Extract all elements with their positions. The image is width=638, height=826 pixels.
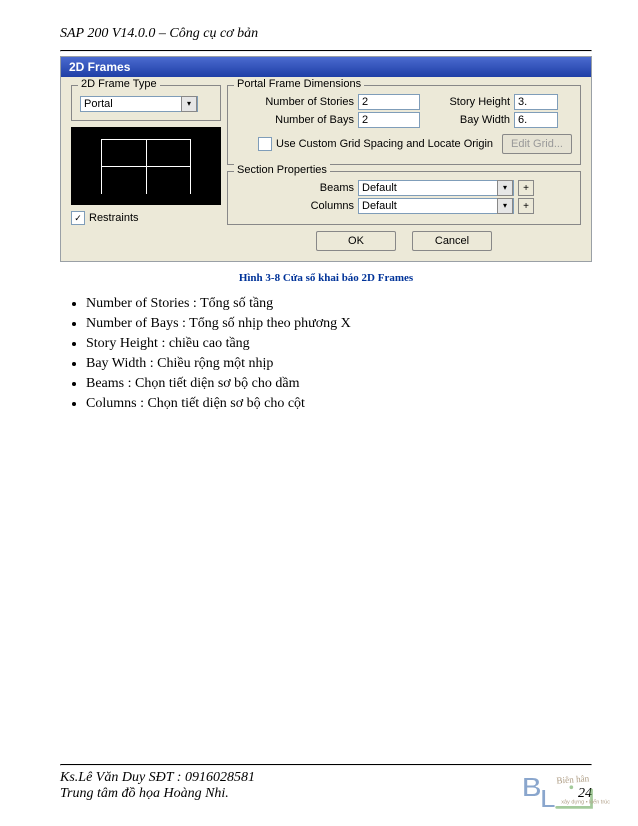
beams-value: Default bbox=[362, 182, 397, 194]
frame-type-group: 2D Frame Type Portal ▾ bbox=[71, 85, 221, 121]
footer-rule bbox=[60, 764, 592, 766]
bays-input[interactable] bbox=[358, 112, 420, 128]
figure-caption: Hình 3-8 Cửa sổ khai báo 2D Frames bbox=[60, 272, 592, 284]
columns-select[interactable]: Default ▾ bbox=[358, 198, 514, 214]
restraints-checkbox[interactable]: ✓ bbox=[71, 211, 85, 225]
frame-type-select[interactable]: Portal ▾ bbox=[80, 96, 198, 112]
bay-width-input[interactable] bbox=[514, 112, 558, 128]
story-height-input[interactable] bbox=[514, 94, 558, 110]
restraints-label: Restraints bbox=[89, 212, 139, 224]
footer-line-2: Trung tâm đồ họa Hoàng Nhi. bbox=[60, 786, 229, 802]
section-group: Section Properties Beams Default ▾ + Col… bbox=[227, 171, 581, 225]
dimensions-group: Portal Frame Dimensions Number of Storie… bbox=[227, 85, 581, 165]
story-height-label: Story Height bbox=[424, 96, 510, 108]
stories-label: Number of Stories bbox=[236, 96, 354, 108]
bay-width-label: Bay Width bbox=[424, 114, 510, 126]
ok-button[interactable]: OK bbox=[316, 231, 396, 251]
list-item: Bay Width : Chiều rộng một nhịp bbox=[86, 356, 592, 372]
footer-line-1: Ks.Lê Văn Duy SĐT : 0916028581 bbox=[60, 770, 255, 786]
list-item: Columns : Chọn tiết diện sơ bộ cho cột bbox=[86, 396, 592, 412]
header-rule bbox=[60, 50, 592, 52]
page-footer: Ks.Lê Văn Duy SĐT : 0916028581 Trung tâm… bbox=[60, 764, 592, 802]
frame-type-value: Portal bbox=[84, 98, 113, 110]
stories-input[interactable] bbox=[358, 94, 420, 110]
bays-label: Number of Bays bbox=[236, 114, 354, 126]
columns-value: Default bbox=[362, 200, 397, 212]
grid-checkbox[interactable] bbox=[258, 137, 272, 151]
dialog-title: 2D Frames bbox=[61, 57, 591, 77]
frame-type-legend: 2D Frame Type bbox=[78, 78, 160, 90]
beams-label: Beams bbox=[236, 182, 354, 194]
frame-preview bbox=[71, 127, 221, 205]
list-item: Number of Bays : Tổng số nhịp theo phươn… bbox=[86, 316, 592, 332]
columns-label: Columns bbox=[236, 200, 354, 212]
svg-text:xây dựng • kiến trúc: xây dựng • kiến trúc bbox=[561, 800, 610, 806]
columns-add-button[interactable]: + bbox=[518, 198, 534, 214]
chevron-down-icon: ▾ bbox=[497, 198, 513, 214]
dialog-2d-frames: 2D Frames 2D Frame Type Portal ▾ bbox=[60, 56, 592, 262]
dimensions-legend: Portal Frame Dimensions bbox=[234, 78, 364, 90]
beams-add-button[interactable]: + bbox=[518, 180, 534, 196]
watermark-logo: B L xây dựng • kiến trúc Biên hân bbox=[520, 766, 630, 814]
svg-text:Biên hân: Biên hân bbox=[556, 773, 590, 785]
svg-text:L: L bbox=[540, 785, 556, 813]
grid-checkbox-label: Use Custom Grid Spacing and Locate Origi… bbox=[276, 138, 493, 150]
list-item: Story Height : chiều cao tầng bbox=[86, 336, 592, 352]
cancel-button[interactable]: Cancel bbox=[412, 231, 492, 251]
edit-grid-button: Edit Grid... bbox=[502, 134, 572, 154]
section-legend: Section Properties bbox=[234, 164, 330, 176]
list-item: Number of Stories : Tổng số tầng bbox=[86, 296, 592, 312]
bullet-list: Number of Stories : Tổng số tầng Number … bbox=[86, 296, 592, 412]
chevron-down-icon: ▾ bbox=[181, 96, 197, 112]
chevron-down-icon: ▾ bbox=[497, 180, 513, 196]
svg-text:B: B bbox=[522, 771, 542, 802]
page-header: SAP 200 V14.0.0 – Công cụ cơ bản bbox=[60, 26, 592, 42]
list-item: Beams : Chọn tiết diện sơ bộ cho dầm bbox=[86, 376, 592, 392]
beams-select[interactable]: Default ▾ bbox=[358, 180, 514, 196]
